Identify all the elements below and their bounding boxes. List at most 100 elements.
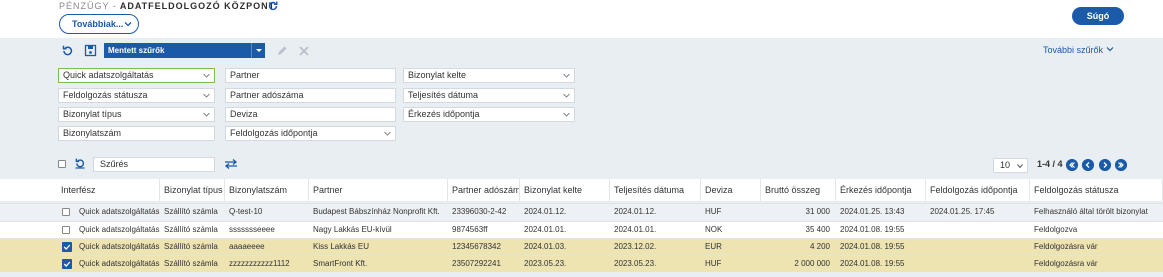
- page-size-value: 10: [1000, 160, 1011, 170]
- quick-filter-select[interactable]: Quick adatszolgáltatás: [58, 68, 215, 83]
- doc-date-select[interactable]: Bizonylat kelte: [403, 68, 575, 83]
- col-doc-date[interactable]: Bizonylat kelte: [520, 179, 610, 201]
- breadcrumb: PÉNZÜGY - ADATFELDOLGOZÓ KÖZPONT: [59, 1, 275, 11]
- col-gross[interactable]: Bruttó összeg: [761, 179, 836, 201]
- help-button[interactable]: Súgó: [1072, 7, 1124, 25]
- table-row[interactable]: Quick adatszolgáltatás Szállító számla aaa…: [0, 238, 1163, 255]
- doc-type-label: Bizonylat típus: [63, 109, 122, 119]
- cell-type: Szállító számla: [164, 225, 218, 234]
- check-icon: [63, 244, 71, 250]
- cell-arrival: 2024.01.25. 13:43: [840, 207, 905, 216]
- col-arrival[interactable]: Érkezés időpontja: [836, 179, 926, 201]
- cell-status: Feldolgozva: [1034, 225, 1078, 234]
- cell-gross: 4 200: [809, 242, 830, 251]
- col-doc-type[interactable]: Bizonylat típus: [160, 179, 225, 201]
- cell-doc-date: 2023.05.23.: [524, 259, 567, 268]
- table-row[interactable]: Quick adatszolgáltatás Szállító számla sss…: [0, 221, 1163, 238]
- processing-time-label: Feldolgozás időpontja: [230, 128, 318, 138]
- col-currency[interactable]: Deviza: [701, 179, 761, 201]
- more-options-button[interactable]: Továbbiak...: [59, 14, 139, 34]
- quick-filter-value: Quick adatszolgáltatás: [63, 70, 154, 80]
- page-size-select[interactable]: 10: [993, 158, 1028, 173]
- row-checkbox[interactable]: [62, 226, 70, 234]
- cell-arrival: 2024.01.08. 19:55: [840, 242, 905, 251]
- cell-tax: 9874563ff: [452, 225, 488, 234]
- currency-label: Deviza: [230, 109, 258, 119]
- delete-icon[interactable]: [298, 45, 310, 57]
- fulfil-date-label: Teljesítés dátuma: [408, 90, 479, 100]
- prev-page-icon[interactable]: [1082, 159, 1094, 171]
- cell-tax: 23507292241: [452, 259, 501, 268]
- cell-interface: Quick adatszolgáltatás: [79, 225, 160, 234]
- table-row[interactable]: Quick adatszolgáltatás Szállító számla zzz…: [0, 255, 1163, 272]
- table-search-value: Szűrés: [100, 159, 129, 169]
- cell-processed: [926, 256, 1030, 272]
- cell-processed: 2024.01.25. 17:45: [930, 207, 995, 216]
- row-checkbox[interactable]: [62, 242, 72, 252]
- cell-gross: 35 400: [805, 225, 830, 234]
- reset-filter-icon[interactable]: [61, 44, 74, 57]
- chevron-down-icon: [563, 73, 570, 78]
- further-filters-toggle[interactable]: További szűrők: [1043, 45, 1114, 55]
- cell-number: zzzzzzzzzzz1112: [229, 259, 290, 268]
- partner-tax-input[interactable]: Partner adószáma: [225, 88, 396, 103]
- col-doc-number[interactable]: Bizonylatszám: [225, 179, 309, 201]
- doc-number-input[interactable]: Bizonylatszám: [58, 126, 215, 141]
- cell-status: Feldolgozásra vár: [1034, 242, 1098, 251]
- cell-fulfil: 2024.01.01.: [614, 225, 657, 234]
- processing-status-select[interactable]: Feldolgozás státusza: [58, 88, 215, 103]
- chevron-down-icon: [384, 131, 391, 136]
- col-partner-tax[interactable]: Partner adószáma: [448, 179, 520, 201]
- cell-arrival: 2024.01.08. 19:55: [840, 225, 905, 234]
- cell-currency: NOK: [705, 225, 723, 234]
- cell-status: Felhasználó által törölt bizonylat: [1034, 207, 1148, 216]
- cell-doc-date: 2024.01.03.: [524, 242, 567, 251]
- cell-processed: [926, 239, 1030, 255]
- chevron-down-icon: [1106, 47, 1113, 52]
- col-interface[interactable]: Interfész: [57, 179, 160, 201]
- partner-label: Partner: [230, 70, 260, 80]
- first-page-icon[interactable]: [1066, 159, 1078, 171]
- save-icon[interactable]: [84, 44, 97, 57]
- swap-icon[interactable]: [224, 158, 238, 170]
- cell-doc-date: 2024.01.12.: [524, 207, 567, 216]
- col-partner[interactable]: Partner: [309, 179, 448, 201]
- cell-number: aaaaeeee: [229, 242, 265, 251]
- cell-type: Szállító számla: [164, 259, 218, 268]
- chevron-down-icon: [563, 112, 570, 117]
- currency-input[interactable]: Deviza: [225, 107, 396, 122]
- cell-tax: 12345678342: [452, 242, 501, 251]
- row-checkbox[interactable]: [62, 208, 70, 216]
- table-row[interactable]: Quick adatszolgáltatás Szállító számla Q-t…: [0, 203, 1163, 220]
- row-checkbox[interactable]: [62, 259, 72, 269]
- cell-currency: EUR: [705, 242, 722, 251]
- chevron-down-icon: [256, 49, 262, 52]
- doc-type-select[interactable]: Bizonylat típus: [58, 107, 215, 122]
- chevron-down-icon: [1017, 164, 1023, 169]
- col-status[interactable]: Feldolgozás státusza: [1030, 179, 1163, 201]
- cell-fulfil: 2024.01.12.: [614, 207, 657, 216]
- last-page-icon[interactable]: [1115, 159, 1127, 171]
- reset-table-filter-icon[interactable]: [74, 157, 86, 169]
- refresh-icon[interactable]: [267, 0, 279, 12]
- cell-type: Szállító számla: [164, 242, 218, 251]
- select-all-checkbox[interactable]: [58, 160, 66, 168]
- table-search-input[interactable]: Szűrés: [93, 157, 215, 172]
- saved-filters-dropdown[interactable]: Mentett szűrők: [104, 43, 265, 58]
- col-processed[interactable]: Feldolgozás időpontja: [926, 179, 1030, 201]
- cell-processed: [926, 222, 1030, 238]
- cell-partner: SmartFront Kft.: [313, 259, 368, 268]
- cell-partner: Nagy Lakkás EU-kívül: [313, 225, 392, 234]
- cell-fulfil: 2023.05.23.: [614, 259, 657, 268]
- cell-interface: Quick adatszolgáltatás: [79, 259, 160, 268]
- fulfil-date-select[interactable]: Teljesítés dátuma: [403, 88, 575, 103]
- cell-type: Szállító számla: [164, 207, 218, 216]
- arrival-time-select[interactable]: Érkezés időpontja: [403, 107, 575, 122]
- cell-currency: HUF: [705, 207, 722, 216]
- more-options-label: Továbbiak...: [72, 19, 124, 29]
- processing-time-select[interactable]: Feldolgozás időpontja: [225, 126, 396, 141]
- partner-input[interactable]: Partner: [225, 68, 396, 83]
- edit-icon[interactable]: [276, 45, 288, 57]
- col-fulfil-date[interactable]: Teljesítés dátuma: [610, 179, 701, 201]
- next-page-icon[interactable]: [1099, 159, 1111, 171]
